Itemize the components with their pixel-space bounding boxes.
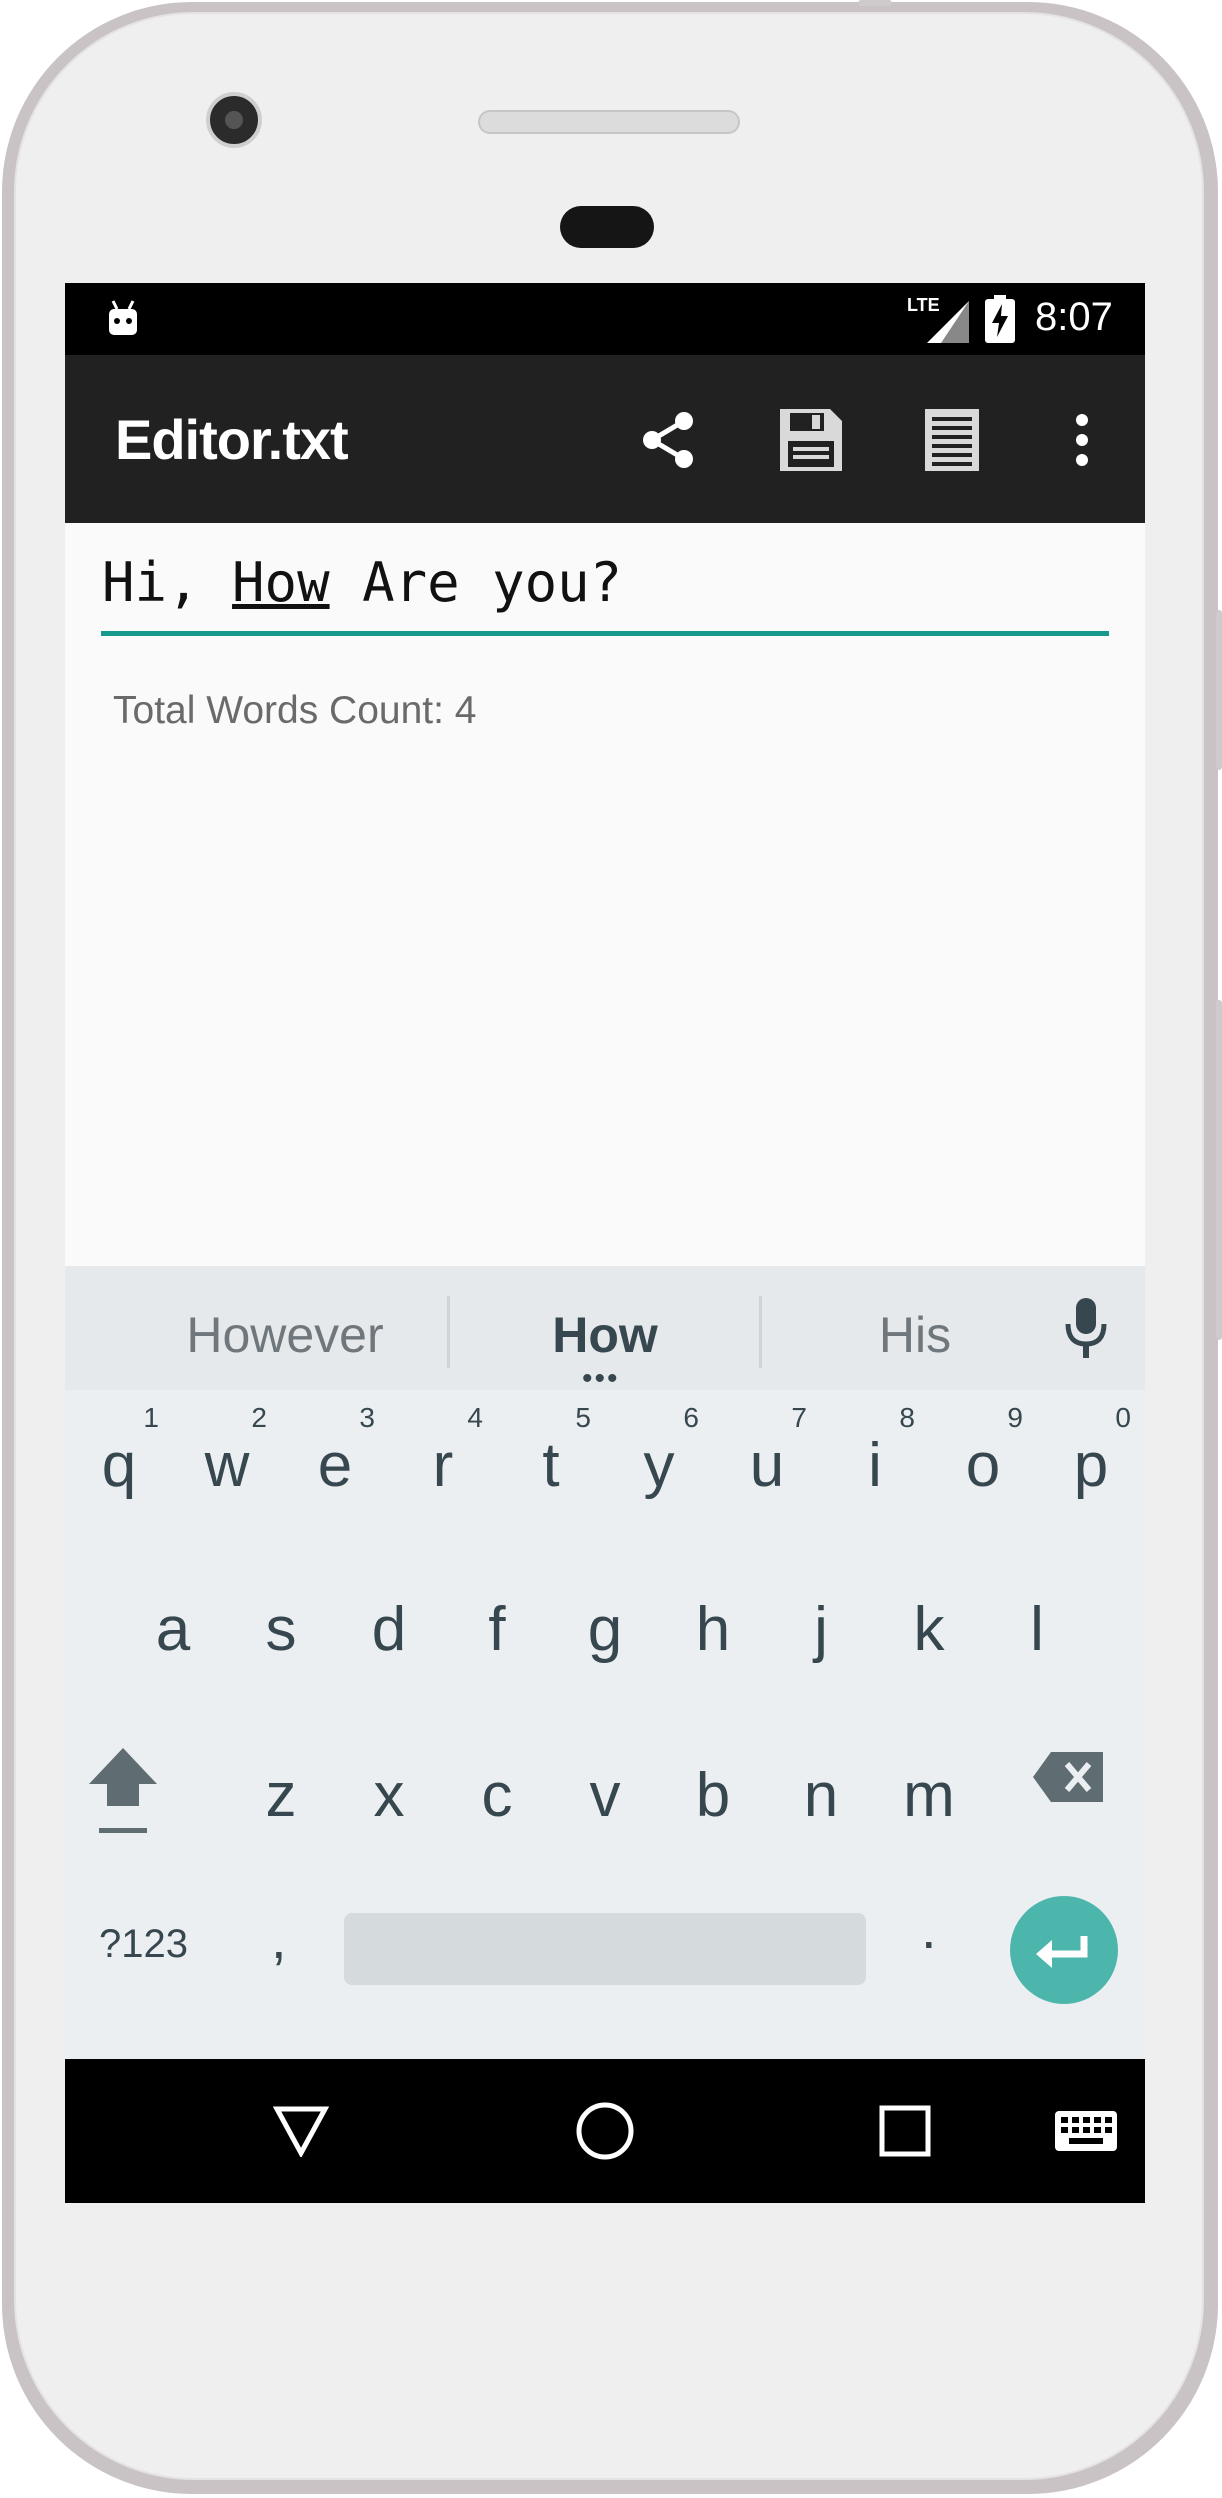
key-letter: j (814, 1595, 828, 1664)
more-vert-icon[interactable] (1067, 405, 1097, 475)
letter-key[interactable]: g (551, 1554, 659, 1714)
letter-key[interactable]: b (659, 1720, 767, 1880)
word-count-label: Total Words Count: 4 (113, 689, 477, 732)
signal-icon (927, 301, 969, 343)
key-letter: z (265, 1761, 297, 1830)
letter-key[interactable]: f (443, 1554, 551, 1714)
suggestion-center[interactable]: How (505, 1306, 705, 1364)
key-letter: t (542, 1431, 560, 1500)
letter-key[interactable]: m (875, 1720, 983, 1880)
space-bar[interactable] (344, 1913, 866, 1985)
enter-icon (1036, 1936, 1088, 1968)
proximity-sensor (560, 206, 654, 248)
recents-icon[interactable] (879, 2105, 931, 2157)
navigation-bar (65, 2059, 1145, 2203)
key-letter: e (317, 1431, 353, 1500)
key-letter: h (695, 1595, 731, 1664)
letter-key[interactable]: 4r (389, 1390, 497, 1550)
soft-keyboard: However How ••• His ?123 , . 1 q 2 w 3 e… (65, 1266, 1145, 2059)
suggestion-left[interactable]: However (185, 1306, 385, 1364)
letter-key[interactable]: d (335, 1554, 443, 1714)
share-icon[interactable] (633, 405, 703, 475)
key-letter: b (695, 1761, 731, 1830)
letter-key[interactable]: 3e (281, 1390, 389, 1550)
microphone-icon[interactable] (1061, 1296, 1111, 1360)
front-camera (206, 92, 262, 148)
letter-key[interactable]: v (551, 1720, 659, 1880)
letter-key[interactable]: 7u (713, 1390, 821, 1550)
phone-frame: LTE 8:07 Editor.txt Hi, How Are you? Tot… (0, 0, 1222, 2498)
letter-key[interactable]: l (983, 1554, 1091, 1714)
screen: LTE 8:07 Editor.txt Hi, How Are you? Tot… (65, 283, 1145, 2203)
letter-key[interactable]: 8i (821, 1390, 929, 1550)
key-letter: y (643, 1431, 675, 1500)
letter-key[interactable]: h (659, 1554, 767, 1714)
suggestion-divider (447, 1296, 450, 1368)
key-letter: a (155, 1595, 191, 1664)
clock: 8:07 (1035, 295, 1113, 339)
key-letter: v (589, 1761, 621, 1830)
suggestion-strip: However How ••• His (65, 1266, 1145, 1395)
letter-key[interactable]: s (227, 1554, 335, 1714)
letter-key[interactable]: a (119, 1554, 227, 1714)
editor-underline (101, 631, 1109, 636)
battery-charging-icon (985, 295, 1015, 343)
letter-key[interactable]: 2w (173, 1390, 281, 1550)
suggestion-divider (759, 1296, 762, 1368)
save-icon[interactable] (773, 405, 849, 475)
status-bar: LTE 8:07 (65, 283, 1145, 355)
document-icon[interactable] (920, 405, 984, 475)
key-letter: q (101, 1431, 137, 1500)
comma-key[interactable]: , (271, 1906, 287, 1971)
editor-composing-word: How (232, 551, 330, 614)
key-letter: i (868, 1431, 882, 1500)
key-letter: o (965, 1431, 1001, 1500)
android-debug-icon (109, 300, 137, 335)
letter-key[interactable]: x (335, 1720, 443, 1880)
letter-key[interactable]: j (767, 1554, 875, 1714)
key-letter: g (587, 1595, 623, 1664)
back-icon[interactable] (273, 2105, 329, 2157)
app-bar: Editor.txt (65, 355, 1145, 523)
key-letter: x (373, 1761, 405, 1830)
letter-key[interactable]: 6y (605, 1390, 713, 1550)
letter-key[interactable]: 0p (1037, 1390, 1145, 1550)
editor-text-suffix: Are you? (329, 551, 623, 614)
editor-input[interactable]: Hi, How Are you? (102, 551, 622, 614)
key-letter: m (903, 1761, 955, 1830)
letter-key[interactable]: 9o (929, 1390, 1037, 1550)
enter-key[interactable] (1010, 1896, 1118, 2004)
key-letter: r (432, 1431, 454, 1500)
letter-key[interactable]: 5t (497, 1390, 605, 1550)
suggestion-right[interactable]: His (835, 1306, 995, 1364)
letter-key[interactable]: z (227, 1720, 335, 1880)
period-key[interactable]: . (921, 1896, 937, 1961)
volume-button (1216, 1000, 1222, 1340)
key-letter: d (371, 1595, 407, 1664)
letter-key[interactable]: 1q (65, 1390, 173, 1550)
backspace-key[interactable] (1029, 1746, 1109, 1816)
letter-key[interactable]: c (443, 1720, 551, 1880)
shift-key[interactable] (85, 1744, 185, 1864)
key-letter: l (1030, 1595, 1044, 1664)
key-letter: k (913, 1595, 945, 1664)
letter-key[interactable]: n (767, 1720, 875, 1880)
app-title: Editor.txt (115, 408, 349, 471)
letter-key[interactable]: k (875, 1554, 983, 1714)
key-letter: u (749, 1431, 785, 1500)
key-letter: p (1073, 1431, 1109, 1500)
key-letter: w (204, 1431, 250, 1500)
key-letter: s (265, 1595, 297, 1664)
earpiece-speaker (478, 110, 740, 134)
keyboard-switch-icon[interactable] (1055, 2111, 1117, 2151)
power-button (1216, 610, 1222, 770)
key-letter: f (488, 1595, 506, 1664)
home-icon[interactable] (575, 2101, 635, 2161)
more-suggestions-indicator: ••• (582, 1362, 620, 1395)
symbols-key[interactable]: ?123 (99, 1922, 188, 1967)
key-letter: c (481, 1761, 513, 1830)
editor-text-prefix: Hi, (102, 551, 233, 614)
key-letter: n (803, 1761, 839, 1830)
top-button (858, 0, 892, 6)
